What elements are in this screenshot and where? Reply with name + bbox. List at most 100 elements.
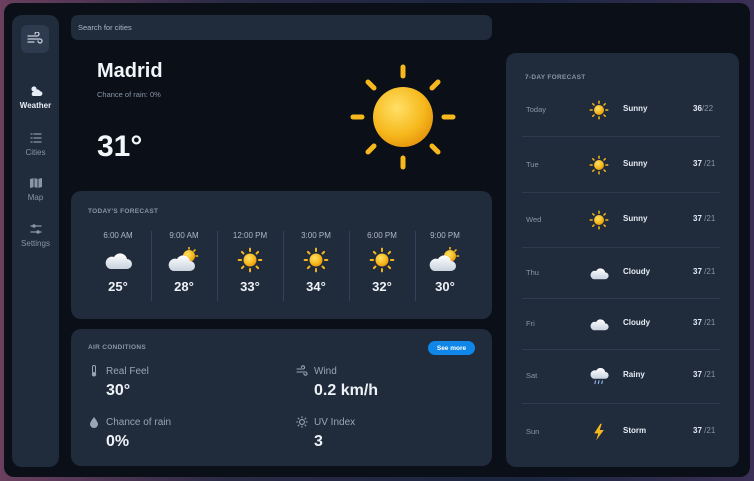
day-forecast-row: Sat Rainy 37 /21 <box>506 366 739 386</box>
day-condition: Rainy <box>623 370 645 379</box>
wind-icon <box>296 365 308 376</box>
hour-time: 6:00 PM <box>367 231 397 240</box>
day-high: 37 <box>693 426 702 435</box>
hour-time: 12:00 PM <box>232 231 268 240</box>
day-high: 37 <box>693 318 702 327</box>
condition-label: UV Index <box>314 417 356 428</box>
day-high: 37 <box>693 370 702 379</box>
day-temps: 37 /21 <box>693 426 715 435</box>
rain-cloud-icon <box>588 366 610 386</box>
hour-time: 9:00 PM <box>430 231 460 240</box>
day-forecast-row: Wed Sunny 37 /21 <box>506 210 739 230</box>
day-name: Sat <box>526 371 538 380</box>
cloud-icon <box>588 314 610 334</box>
sidebar-item-label: Settings <box>21 239 50 248</box>
day-condition: Sunny <box>623 104 648 113</box>
day-high: 37 <box>693 267 702 276</box>
hourly-forecast-item: 6:00 PM 32° <box>349 231 415 294</box>
sidebar-item-map[interactable]: Map <box>12 177 59 202</box>
sun-small-icon <box>296 416 308 428</box>
sliders-icon <box>29 224 42 234</box>
day-name: Tue <box>526 160 539 169</box>
hourly-forecast-item: 12:00 PM 33° <box>217 231 283 294</box>
day-forecast-row: Tue Sunny 37 /21 <box>506 155 739 175</box>
hour-time: 6:00 AM <box>103 231 133 240</box>
day-temps: 37 /21 <box>693 370 715 379</box>
condition-value: 30° <box>106 382 131 399</box>
cloud-icon <box>588 263 610 283</box>
hourly-forecast-item: 3:00 PM 34° <box>283 231 349 294</box>
hour-time: 9:00 AM <box>169 231 199 240</box>
sun-icon <box>588 100 610 120</box>
day-name: Wed <box>526 215 542 224</box>
day-temps: 37 /21 <box>693 159 715 168</box>
day-condition: Cloudy <box>623 267 651 276</box>
search-input[interactable] <box>71 15 492 40</box>
hour-temp: 33° <box>240 279 260 294</box>
divider <box>522 403 720 404</box>
sun-icon <box>234 247 266 273</box>
rain-chance-text: Chance of rain: 0% <box>97 90 161 99</box>
air-conditions-panel: AIR CONDITIONS See more Real Feel 30° Wi… <box>71 329 492 466</box>
divider <box>522 247 720 248</box>
sun-icon <box>588 155 610 175</box>
day-low: /21 <box>704 214 716 223</box>
day-high: 36 <box>693 104 702 113</box>
sidebar-item-settings[interactable]: Settings <box>12 223 59 248</box>
sidebar-item-weather[interactable]: Weather <box>12 85 59 110</box>
sidebar-item-label: Weather <box>19 101 52 110</box>
day-temps: 37 /21 <box>693 214 715 223</box>
sidebar: Weather Cities Map Settings <box>12 15 59 467</box>
current-temperature: 31° <box>97 130 143 163</box>
seven-day-forecast-panel: 7-DAY FORECAST Today Sunny 36/22 Tue Sun… <box>506 53 739 467</box>
day-temps: 36/22 <box>693 104 713 113</box>
hour-temp: 32° <box>372 279 392 294</box>
sidebar-item-label: Cities <box>25 148 46 157</box>
sidebar-item-cities[interactable]: Cities <box>12 132 59 157</box>
hour-temp: 30° <box>435 279 455 294</box>
section-title: 7-DAY FORECAST <box>525 74 586 81</box>
day-high: 37 <box>693 214 702 223</box>
sidebar-item-label: Map <box>27 193 44 202</box>
cloud-sun-icon <box>30 86 42 96</box>
day-forecast-row: Fri Cloudy 37 /21 <box>506 314 739 334</box>
day-temps: 37 /21 <box>693 318 715 327</box>
condition-value: 3 <box>314 433 323 450</box>
day-forecast-row: Sun Storm 37 /21 <box>506 422 739 442</box>
day-condition: Storm <box>623 426 647 435</box>
day-condition: Sunny <box>623 159 648 168</box>
partly-cloudy-icon <box>168 247 200 273</box>
day-low: /21 <box>704 370 716 379</box>
day-temps: 37 /21 <box>693 267 715 276</box>
sun-icon <box>366 247 398 273</box>
condition-label: Real Feel <box>106 366 149 377</box>
day-name: Thu <box>526 268 539 277</box>
hourly-forecast-item: 9:00 AM 28° <box>151 231 217 294</box>
lightning-icon <box>588 422 610 442</box>
hour-temp: 25° <box>108 279 128 294</box>
section-title: TODAY'S FORECAST <box>88 208 159 215</box>
day-low: /21 <box>704 426 716 435</box>
droplet-icon <box>90 417 98 428</box>
map-icon <box>29 178 42 188</box>
divider <box>522 298 720 299</box>
city-name: Madrid <box>97 60 163 82</box>
day-name: Today <box>526 105 547 114</box>
condition-value: 0% <box>106 433 130 450</box>
divider <box>522 136 720 137</box>
hourly-forecast-item: 6:00 AM 25° <box>85 231 151 294</box>
day-name: Sun <box>526 427 540 436</box>
day-low: /21 <box>704 267 716 276</box>
sun-icon <box>588 210 610 230</box>
todays-forecast-panel: TODAY'S FORECAST 6:00 AM 25° 9:00 AM 28°… <box>71 191 492 319</box>
sun-icon <box>350 64 456 170</box>
day-condition: Sunny <box>623 214 648 223</box>
wind-logo-icon <box>27 32 43 44</box>
hour-temp: 34° <box>306 279 326 294</box>
partly-cloudy-icon <box>429 247 461 273</box>
see-more-button[interactable]: See more <box>428 341 475 355</box>
condition-label: Wind <box>314 366 337 377</box>
hour-time: 3:00 PM <box>301 231 331 240</box>
divider <box>522 192 720 193</box>
app-logo[interactable] <box>21 25 49 53</box>
